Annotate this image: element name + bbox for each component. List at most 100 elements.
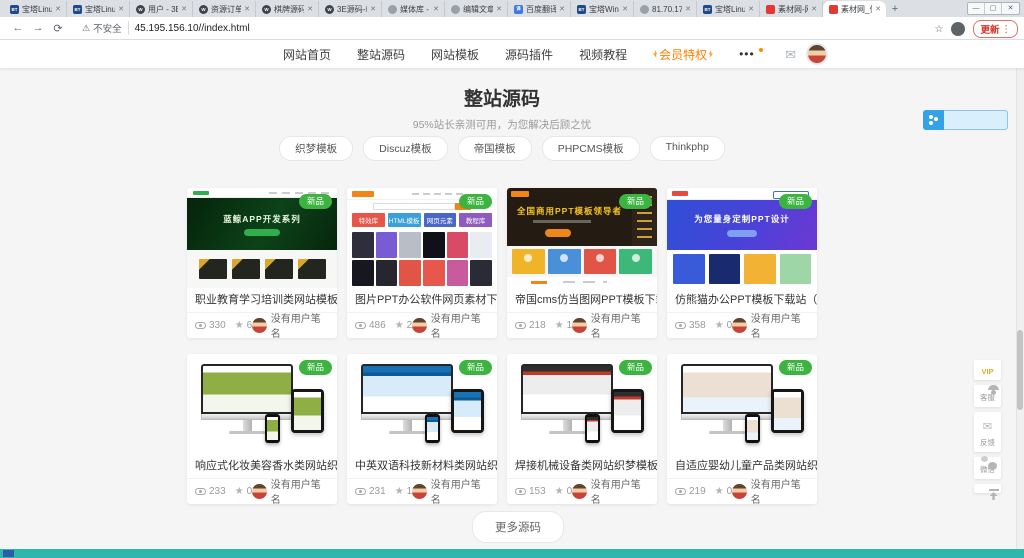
nav-item-templates[interactable]: 网站模板 bbox=[431, 46, 479, 63]
vip-button[interactable]: VIP bbox=[974, 360, 1001, 380]
card-author[interactable]: 没有用户笔名 bbox=[252, 476, 329, 506]
wordpress-favicon: W bbox=[325, 5, 334, 14]
taskbar-app-icon[interactable] bbox=[3, 550, 14, 557]
maximize-button[interactable]: ▢ bbox=[985, 3, 1002, 14]
tab-close-icon[interactable]: ✕ bbox=[433, 5, 439, 13]
filter-diguo[interactable]: 帝国模板 bbox=[458, 136, 532, 161]
reload-button[interactable]: ⟳ bbox=[48, 22, 68, 35]
browser-profile-icon[interactable] bbox=[951, 22, 965, 36]
filter-phpcms[interactable]: PHPCMS模板 bbox=[542, 136, 640, 161]
card-author[interactable]: 没有用户笔名 bbox=[252, 310, 329, 340]
tab-close-icon[interactable]: ✕ bbox=[181, 5, 187, 13]
source-card[interactable]: 新品 响应式化妆美容香水类网站织梦模板 233★0 没有用户笔名 bbox=[187, 354, 337, 504]
nav-item-video[interactable]: 视频教程 bbox=[579, 46, 627, 63]
tab-close-icon[interactable]: ✕ bbox=[244, 5, 250, 13]
nav-item-home[interactable]: 网站首页 bbox=[283, 46, 331, 63]
card-author[interactable]: 没有用户笔名 bbox=[572, 476, 649, 506]
source-card[interactable]: 新品 中英双语科技新材料类网站织梦模板 231★1 没有用户笔名 bbox=[347, 354, 497, 504]
card-author[interactable]: 没有用户笔名 bbox=[732, 310, 809, 340]
security-label[interactable]: 不安全 bbox=[93, 21, 129, 35]
browser-tab[interactable]: BT宝塔Linux✕ bbox=[67, 1, 130, 17]
tab-close-icon[interactable]: ✕ bbox=[118, 5, 124, 13]
tab-close-icon[interactable]: ✕ bbox=[307, 5, 313, 13]
browser-tab[interactable]: W3E源码-精✕ bbox=[319, 1, 382, 17]
card-title[interactable]: 自适应婴幼儿童产品类网站织梦模板 bbox=[667, 454, 817, 478]
browser-tab-active[interactable]: 素材网_优✕ bbox=[823, 1, 886, 17]
filter-discuz[interactable]: Discuz模板 bbox=[363, 136, 448, 161]
source-card[interactable]: 新品 蓝鲸APP开发系列 职业教育学习培训类网站模板（带手 330★6 没有用户… bbox=[187, 188, 337, 338]
nav-item-vip[interactable]: 会员特权 bbox=[653, 46, 713, 63]
user-avatar[interactable] bbox=[806, 43, 828, 65]
tab-close-icon[interactable]: ✕ bbox=[875, 5, 881, 13]
browser-tab[interactable]: BT宝塔Wind✕ bbox=[571, 1, 634, 17]
card-title[interactable]: 响应式化妆美容香水类网站织梦模板 bbox=[187, 454, 337, 478]
card-title[interactable]: 焊接机械设备类网站织梦模板(带手机 bbox=[507, 454, 657, 478]
card-author[interactable]: 没有用户笔名 bbox=[572, 310, 649, 340]
wordpress-favicon: W bbox=[262, 5, 271, 14]
browser-tab[interactable]: W棋牌源码-✕ bbox=[256, 1, 319, 17]
more-source-button[interactable]: 更多源码 bbox=[472, 511, 564, 543]
floating-toolbar: VIP 客服 ✉反馈 微信 bbox=[974, 360, 1001, 493]
new-tab-button[interactable]: + bbox=[886, 2, 904, 17]
card-title[interactable]: 仿熊猫办公PPT模板下载站（带会员、 bbox=[667, 288, 817, 312]
browser-tab[interactable]: BT宝塔Linux✕ bbox=[4, 1, 67, 17]
card-title[interactable]: 帝国cms仿当图网PPT模板下载网站源码 bbox=[507, 288, 657, 312]
close-button[interactable]: ✕ bbox=[1002, 3, 1019, 14]
browser-tab[interactable]: 译百度翻译-2✕ bbox=[508, 1, 571, 17]
url-box[interactable]: ⚠ 不安全 45.195.156.10//index.html bbox=[74, 20, 929, 36]
browser-tab[interactable]: 素材网-网✕ bbox=[760, 1, 823, 17]
tab-close-icon[interactable]: ✕ bbox=[622, 5, 628, 13]
browser-tab[interactable]: 编辑文章✕ bbox=[445, 1, 508, 17]
browser-tab[interactable]: W资源订单 -✕ bbox=[193, 1, 256, 17]
customer-service-button[interactable]: 客服 bbox=[974, 385, 1001, 407]
author-avatar bbox=[732, 484, 747, 499]
card-title[interactable]: 职业教育学习培训类网站模板（带手 bbox=[187, 288, 337, 312]
chrome-update-button[interactable]: 更新⋮ bbox=[973, 20, 1018, 38]
feedback-button[interactable]: ✉反馈 bbox=[974, 412, 1001, 452]
source-card[interactable]: 新品 特效库 HTML模板 网页元素 教程库 图片PPT办公软件网页素材下载站平… bbox=[347, 188, 497, 338]
source-card[interactable]: 新品 为您量身定制PPT设计 仿熊猫办公PPT模板下载站（带会员、 358★0 … bbox=[667, 188, 817, 338]
card-title[interactable]: 图片PPT办公软件网页素材下载站平台 bbox=[347, 288, 497, 312]
wechat-button[interactable]: 微信 bbox=[974, 457, 1001, 479]
page-scrollbar-track[interactable] bbox=[1016, 40, 1024, 549]
views-icon bbox=[515, 488, 526, 495]
card-author[interactable]: 没有用户笔名 bbox=[412, 476, 489, 506]
back-button[interactable]: ← bbox=[8, 22, 28, 34]
card-thumbnail: 新品 bbox=[667, 354, 817, 454]
new-badge: 新品 bbox=[299, 194, 332, 209]
forward-button[interactable]: → bbox=[28, 22, 48, 34]
filter-thinkphp[interactable]: Thinkphp bbox=[650, 136, 725, 161]
minimize-button[interactable]: — bbox=[968, 3, 985, 14]
nav-more-menu[interactable]: ••• bbox=[739, 47, 763, 61]
tab-close-icon[interactable]: ✕ bbox=[496, 5, 502, 13]
source-card[interactable]: 新品 自适应婴幼儿童产品类网站织梦模板 219★0 没有用户笔名 bbox=[667, 354, 817, 504]
browser-tab[interactable]: BT宝塔Linu✕ bbox=[697, 1, 760, 17]
nav-item-source[interactable]: 整站源码 bbox=[357, 46, 405, 63]
card-grid: 新品 蓝鲸APP开发系列 职业教育学习培训类网站模板（带手 330★6 没有用户… bbox=[187, 188, 817, 504]
bookmark-star-icon[interactable]: ☆ bbox=[935, 24, 944, 35]
browser-tab[interactable]: 81.70.179.✕ bbox=[634, 1, 697, 17]
tab-close-icon[interactable]: ✕ bbox=[685, 5, 691, 13]
back-to-top-button[interactable] bbox=[974, 484, 1001, 493]
tab-close-icon[interactable]: ✕ bbox=[811, 5, 817, 13]
url-text[interactable]: 45.195.156.10//index.html bbox=[135, 23, 250, 34]
filter-zhimeng[interactable]: 织梦模板 bbox=[279, 136, 353, 161]
source-card[interactable]: 新品 焊接机械设备类网站织梦模板(带手机 153★0 没有用户笔名 bbox=[507, 354, 657, 504]
tab-close-icon[interactable]: ✕ bbox=[559, 5, 565, 13]
mail-icon[interactable]: ✉ bbox=[785, 47, 796, 63]
card-title[interactable]: 中英双语科技新材料类网站织梦模板 bbox=[347, 454, 497, 478]
kebab-menu-icon[interactable]: ⋮ bbox=[1002, 24, 1012, 35]
download-widget[interactable] bbox=[923, 110, 1008, 130]
tab-close-icon[interactable]: ✕ bbox=[370, 5, 376, 13]
card-author[interactable]: 没有用户笔名 bbox=[412, 310, 489, 340]
browser-tab[interactable]: W用户 - 3E源✕ bbox=[130, 1, 193, 17]
tab-close-icon[interactable]: ✕ bbox=[55, 5, 61, 13]
globe-favicon bbox=[451, 5, 460, 14]
browser-tab[interactable]: 媒体库 - 素✕ bbox=[382, 1, 445, 17]
card-author[interactable]: 没有用户笔名 bbox=[732, 476, 809, 506]
os-taskbar[interactable] bbox=[0, 549, 1024, 558]
source-card[interactable]: 新品 全国商用PPT模板领导者 帝国cms仿当图网PPT模板下载网站源码 218… bbox=[507, 188, 657, 338]
nav-item-plugins[interactable]: 源码插件 bbox=[505, 46, 553, 63]
page-scrollbar-thumb[interactable] bbox=[1017, 330, 1023, 410]
tab-close-icon[interactable]: ✕ bbox=[748, 5, 754, 13]
